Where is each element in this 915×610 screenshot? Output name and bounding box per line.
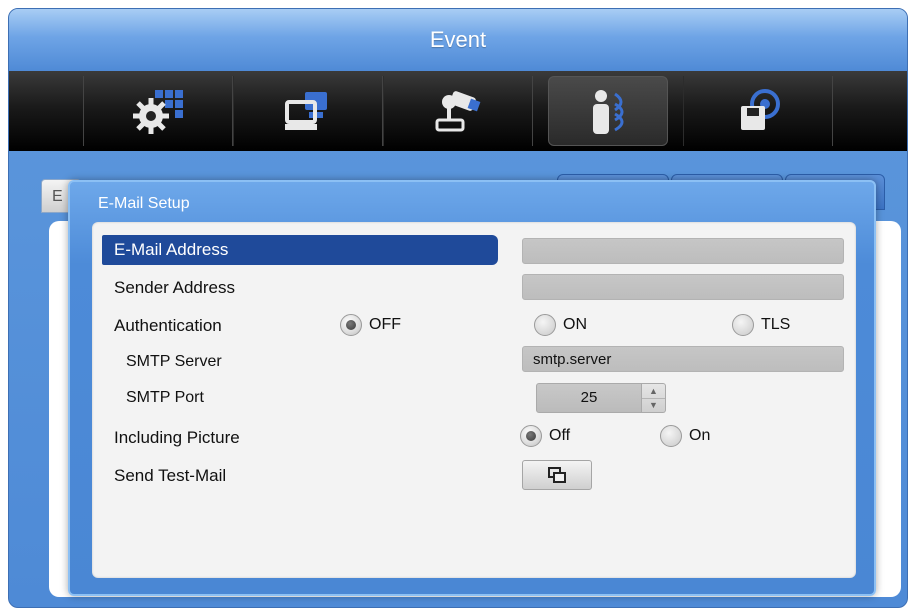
dialog-body: E-Mail Address Sender Address Authentica…: [92, 222, 856, 578]
ptz-camera-icon: [435, 91, 481, 132]
including-picture-off-radio[interactable]: Off: [520, 425, 570, 447]
including-picture-on-radio[interactable]: On: [660, 425, 710, 447]
radio-unchecked-icon: [660, 425, 682, 447]
including-picture-off-label: Off: [549, 427, 571, 444]
nav-tab-network[interactable]: [233, 76, 383, 146]
sender-address-field[interactable]: [522, 274, 844, 300]
authentication-tls-radio[interactable]: TLS: [732, 314, 790, 336]
authentication-label: Authentication: [114, 316, 222, 335]
authentication-off-label: OFF: [369, 316, 401, 333]
email-address-label[interactable]: E-Mail Address: [102, 235, 498, 265]
window-icon: [548, 467, 566, 483]
smtp-port-label: SMTP Port: [126, 389, 204, 406]
smtp-server-field[interactable]: smtp.server: [522, 346, 844, 372]
authentication-on-radio[interactable]: ON: [534, 314, 587, 336]
including-picture-label: Including Picture: [114, 428, 240, 447]
stepper-up-icon[interactable]: ▲: [642, 384, 665, 399]
stepper-down-icon[interactable]: ▼: [642, 399, 665, 413]
nav-icon-bar: [9, 71, 907, 151]
send-test-mail-button[interactable]: [522, 460, 592, 490]
authentication-on-label: ON: [563, 316, 587, 333]
send-test-mail-label: Send Test-Mail: [114, 466, 227, 485]
nav-tab-storage[interactable]: [683, 76, 833, 146]
event-person-icon: [593, 90, 624, 134]
sender-address-label: Sender Address: [114, 278, 235, 297]
smtp-port-value[interactable]: 25: [536, 383, 642, 413]
network-icon: [285, 92, 327, 130]
nav-tab-ptz[interactable]: [383, 76, 533, 146]
storage-icon: [741, 89, 780, 130]
radio-checked-icon: [340, 314, 362, 336]
email-setup-dialog: E-Mail Setup E-Mail Address Sender Addre…: [68, 180, 876, 596]
device-settings-icon: [133, 90, 183, 134]
authentication-off-radio[interactable]: OFF: [340, 314, 401, 336]
window-title: Event: [9, 9, 907, 71]
smtp-port-stepper[interactable]: 25 ▲ ▼: [536, 383, 666, 413]
radio-checked-icon: [520, 425, 542, 447]
authentication-tls-label: TLS: [761, 316, 791, 333]
dialog-title: E-Mail Setup: [98, 195, 190, 212]
nav-tab-device-settings[interactable]: [83, 76, 233, 146]
email-address-field[interactable]: [522, 238, 844, 264]
stepper-arrows: ▲ ▼: [642, 383, 666, 413]
radio-unchecked-icon: [534, 314, 556, 336]
including-picture-on-label: On: [689, 427, 711, 444]
smtp-server-label: SMTP Server: [126, 353, 222, 370]
nav-tab-event[interactable]: [548, 76, 668, 146]
radio-unchecked-icon: [732, 314, 754, 336]
